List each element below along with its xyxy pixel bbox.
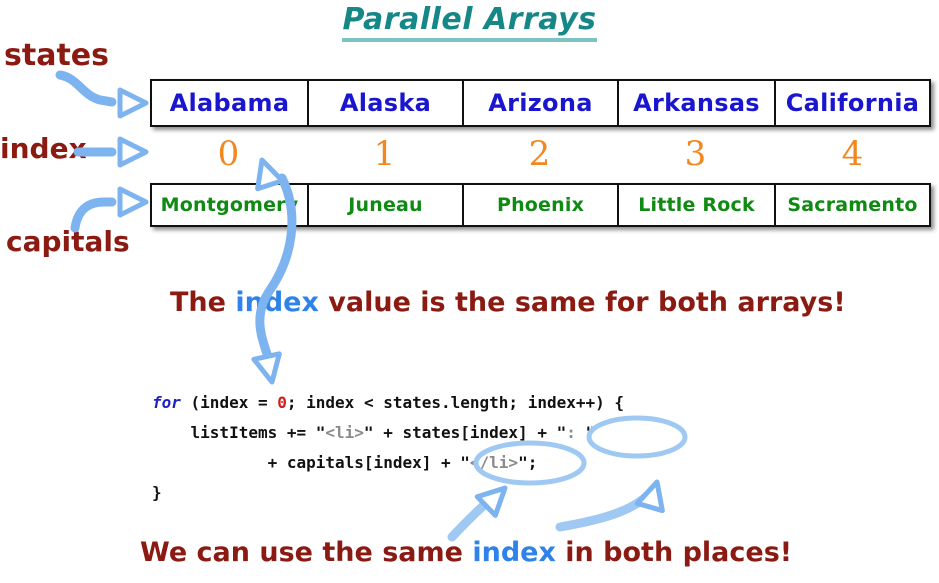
caption-bottom-before: We can use the same bbox=[140, 537, 473, 568]
capitals-cell-1: Juneau bbox=[309, 185, 464, 225]
code-line-1: for (index = 0; index < states.length; i… bbox=[152, 388, 624, 418]
page-title-text: Parallel Arrays bbox=[342, 2, 597, 42]
states-array: Alabama Alaska Arizona Arkansas Californ… bbox=[150, 79, 931, 127]
arrow-index-to-row bbox=[73, 139, 146, 165]
code-keyword-for: for bbox=[152, 393, 181, 412]
states-cell-3: Arkansas bbox=[619, 81, 776, 125]
page-title: Parallel Arrays bbox=[0, 2, 939, 42]
slide-canvas: Parallel Arrays states index capitals Al… bbox=[0, 0, 939, 583]
arrow-capitals-to-array bbox=[70, 189, 146, 233]
caption-bottom-after: in both places! bbox=[555, 537, 793, 568]
arrow-states-to-array bbox=[55, 70, 146, 116]
states-cell-4: California bbox=[785, 89, 920, 117]
code-number-zero: 0 bbox=[277, 393, 287, 412]
caption-index-same: The index value is the same for both arr… bbox=[170, 287, 846, 318]
code-line3-part1: + capitals[index] + " bbox=[152, 453, 470, 472]
index-value-4: 4 bbox=[841, 134, 864, 174]
capitals-array: Montgomery Juneau Phoenix Little Rock Sa… bbox=[150, 183, 931, 227]
code-line-4: } bbox=[152, 478, 624, 508]
capitals-cell-4: Sacramento bbox=[787, 194, 918, 216]
states-cell-2: Arizona bbox=[464, 81, 619, 125]
code-line2-part1: listItems += " bbox=[152, 423, 326, 442]
index-value-3: 3 bbox=[684, 134, 707, 174]
caption-bottom-highlight: index bbox=[472, 537, 556, 568]
code-line-3: + capitals[index] + "</li>"; bbox=[152, 448, 624, 478]
index-value-0: 0 bbox=[217, 134, 240, 174]
code-block: for (index = 0; index < states.length; i… bbox=[152, 388, 624, 508]
code-line-2: listItems += "<li>" + states[index] + ":… bbox=[152, 418, 624, 448]
index-value-2: 2 bbox=[528, 134, 551, 174]
index-value-1: 1 bbox=[373, 134, 396, 174]
states-array-row: Alabama Alaska Arizona Arkansas Californ… bbox=[152, 81, 929, 125]
caption-top-before: The bbox=[170, 287, 236, 318]
states-cell-1: Alaska bbox=[309, 81, 464, 125]
label-states: states bbox=[4, 38, 109, 73]
code-colon-separator: : bbox=[566, 423, 586, 442]
code-li-open-tag: <li> bbox=[325, 423, 364, 442]
code-line1-part2: ; index < states.length; index++) { bbox=[286, 393, 625, 412]
capitals-cell-0: Montgomery bbox=[152, 185, 309, 225]
code-line2-part3: " bbox=[585, 423, 596, 442]
caption-top-highlight: index bbox=[235, 287, 319, 318]
caption-top-after: value is the same for both arrays! bbox=[318, 287, 846, 318]
code-line1-part1: (index = bbox=[180, 393, 278, 412]
states-cell-0: Alabama bbox=[152, 81, 309, 125]
label-index: index bbox=[0, 132, 87, 165]
code-line4-part1: } bbox=[152, 483, 162, 502]
index-row: 0 1 2 3 4 bbox=[150, 130, 931, 178]
code-line2-part2: " + states[index] + " bbox=[363, 423, 567, 442]
code-li-close-tag: </li> bbox=[469, 453, 519, 472]
label-capitals: capitals bbox=[6, 225, 130, 258]
capitals-cell-3: Little Rock bbox=[619, 185, 776, 225]
capitals-cell-2: Phoenix bbox=[464, 185, 619, 225]
capitals-array-row: Montgomery Juneau Phoenix Little Rock Sa… bbox=[152, 185, 929, 225]
code-line3-part2: "; bbox=[518, 453, 538, 472]
caption-same-index-both-places: We can use the same index in both places… bbox=[140, 537, 792, 568]
